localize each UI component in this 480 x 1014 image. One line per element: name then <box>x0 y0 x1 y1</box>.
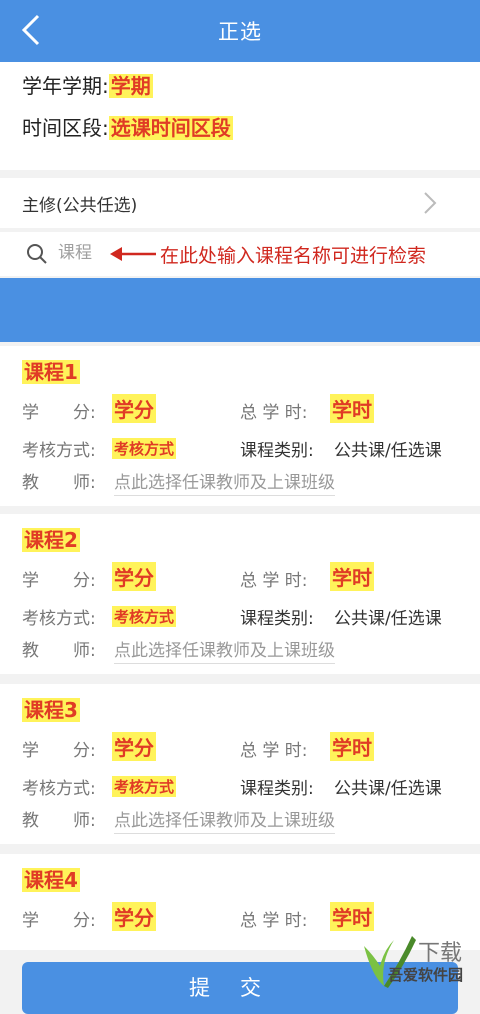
year-value: 学期 <box>108 74 153 98</box>
assess-label: 考核方式: <box>22 441 96 461</box>
type-value: 公共课/任选课 <box>334 779 442 799</box>
hours-label: 总 学 时: <box>240 403 308 423</box>
teacher-row: 教 师: 点此选择任课教师及上课班级 <box>22 468 462 496</box>
teacher-select-link[interactable]: 点此选择任课教师及上课班级 <box>114 468 335 496</box>
course-name: 课程3 <box>22 698 80 722</box>
list-header-bar <box>0 278 480 342</box>
teacher-select-link[interactable]: 点此选择任课教师及上课班级 <box>114 806 335 834</box>
assess-value: 考核方式 <box>112 606 177 627</box>
type-label: 课程类别: <box>240 441 314 461</box>
assess-value: 考核方式 <box>112 776 177 797</box>
watermark: 下载 吾爱软件园 <box>354 926 480 1000</box>
assess-type-row: 考核方式: 考核方式 课程类别: 公共课/任选课 <box>22 436 462 462</box>
app-header: 正选 <box>0 0 480 62</box>
credit-value: 学分 <box>112 394 156 423</box>
course-name: 课程4 <box>22 868 80 892</box>
hours-label: 总 学 时: <box>240 741 308 761</box>
course-card[interactable]: 课程2 学 分: 学分 总 学 时: 学时 考核方式: 考核方式 课程类别: 公… <box>0 514 480 674</box>
teacher-row: 教 师: 点此选择任课教师及上课班级 <box>22 806 462 834</box>
assess-label: 考核方式: <box>22 779 96 799</box>
credit-label: 学 分: <box>22 403 96 423</box>
hours-label: 总 学 时: <box>240 571 308 591</box>
credit-value: 学分 <box>112 562 156 591</box>
type-value: 公共课/任选课 <box>334 609 442 629</box>
course-name: 课程2 <box>22 528 80 552</box>
watermark-logo-icon: 下载 <box>364 936 462 988</box>
time-value: 选课时间区段 <box>108 116 233 140</box>
course-card[interactable]: 课程3 学 分: 学分 总 学 时: 学时 考核方式: 考核方式 课程类别: 公… <box>0 684 480 844</box>
time-row: 时间区段: 选课时间区段 <box>22 112 233 141</box>
teacher-row: 教 师: 点此选择任课教师及上课班级 <box>22 636 462 664</box>
credit-hours-row: 学 分: 学分 总 学 时: 学时 <box>22 394 462 424</box>
search-annotation: 在此处输入课程名称可进行检索 <box>160 245 427 267</box>
teacher-label: 教 师: <box>22 641 96 661</box>
major-label: 主修(公共任选) <box>22 196 138 216</box>
credit-hours-row: 学 分: 学分 总 学 时: 学时 <box>22 562 462 592</box>
watermark-text: 吾爱软件园 <box>388 966 464 984</box>
hours-value: 学时 <box>330 732 374 761</box>
chevron-right-icon <box>424 192 437 214</box>
year-label: 学年学期: <box>22 74 109 98</box>
type-label: 课程类别: <box>240 779 314 799</box>
assess-type-row: 考核方式: 考核方式 课程类别: 公共课/任选课 <box>22 774 462 800</box>
type-label: 课程类别: <box>240 609 314 629</box>
svg-text:下载: 下载 <box>418 941 462 966</box>
type-value: 公共课/任选课 <box>334 441 442 461</box>
credit-value: 学分 <box>112 902 156 931</box>
course-card[interactable]: 课程1 学 分: 学分 总 学 时: 学时 考核方式: 考核方式 课程类别: 公… <box>0 346 480 506</box>
hours-label: 总 学 时: <box>240 911 308 931</box>
year-row: 学年学期: 学期 <box>22 70 153 99</box>
teacher-select-link[interactable]: 点此选择任课教师及上课班级 <box>114 636 335 664</box>
arrow-left-icon <box>110 247 156 261</box>
term-info-panel: 学年学期: 学期 时间区段: 选课时间区段 <box>0 62 480 170</box>
hours-value: 学时 <box>330 562 374 591</box>
credit-value: 学分 <box>112 732 156 761</box>
search-icon <box>27 244 47 264</box>
page-title: 正选 <box>218 20 262 44</box>
major-selector[interactable]: 主修(公共任选) <box>0 178 480 228</box>
teacher-label: 教 师: <box>22 473 96 493</box>
time-label: 时间区段: <box>22 116 109 140</box>
search-bar: 在此处输入课程名称可进行检索 <box>0 232 480 276</box>
assess-label: 考核方式: <box>22 609 96 629</box>
credit-hours-row: 学 分: 学分 总 学 时: 学时 <box>22 732 462 762</box>
credit-label: 学 分: <box>22 571 96 591</box>
course-name: 课程1 <box>22 360 80 384</box>
credit-label: 学 分: <box>22 741 96 761</box>
teacher-label: 教 师: <box>22 811 96 831</box>
assess-type-row: 考核方式: 考核方式 课程类别: 公共课/任选课 <box>22 604 462 630</box>
hours-value: 学时 <box>330 394 374 423</box>
assess-value: 考核方式 <box>112 438 177 459</box>
credit-label: 学 分: <box>22 911 96 931</box>
